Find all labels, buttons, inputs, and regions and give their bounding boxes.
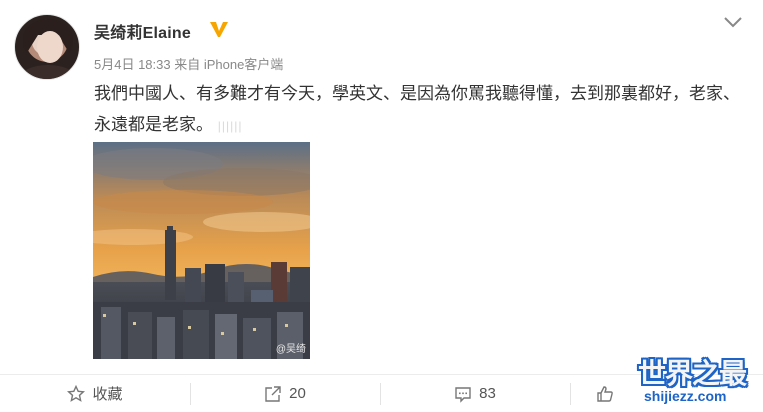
avatar-face <box>37 31 63 63</box>
username[interactable]: 吴绮莉Elaine <box>94 19 191 43</box>
post-photo[interactable]: @吴绮 <box>93 142 310 359</box>
thumbs-up-icon <box>597 385 613 402</box>
comment-count: 83 <box>479 385 496 402</box>
share-arrow-icon <box>265 385 281 402</box>
repost-button[interactable]: 20 <box>190 375 380 412</box>
post-text-faint: |||||| <box>217 119 243 133</box>
avatar-shoulder <box>21 65 75 79</box>
avatar[interactable] <box>14 14 80 80</box>
sunset-cityscape-image <box>93 142 310 359</box>
comment-bubble-icon <box>455 386 471 403</box>
site-logo-title: 世界之最 <box>638 358 747 389</box>
post-text: 我們中國人、有多難才有今天，學英文、是因為你罵我聽得懂，去到那裏都好，老家、永遠… <box>94 78 744 142</box>
site-logo: 世界之最 shijiezz.com <box>628 352 758 412</box>
verified-v-icon <box>210 22 228 37</box>
post-meta: 5月4日 18:33 来自 iPhone客户端 <box>94 57 284 72</box>
photo-watermark: @吴绮 <box>275 344 306 355</box>
comment-button[interactable]: 83 <box>380 375 570 412</box>
post-text-main: 我們中國人、有多難才有今天，學英文、是因為你罵我聽得懂，去到那裏都好，老家、永遠… <box>94 84 740 134</box>
favorite-label: 收藏 <box>92 386 123 403</box>
chevron-down-icon[interactable] <box>722 14 744 30</box>
site-logo-domain: shijiezz.com <box>644 388 727 404</box>
star-outline-icon <box>67 384 86 402</box>
repost-count: 20 <box>289 385 306 402</box>
favorite-button[interactable]: 收藏 <box>0 375 190 412</box>
